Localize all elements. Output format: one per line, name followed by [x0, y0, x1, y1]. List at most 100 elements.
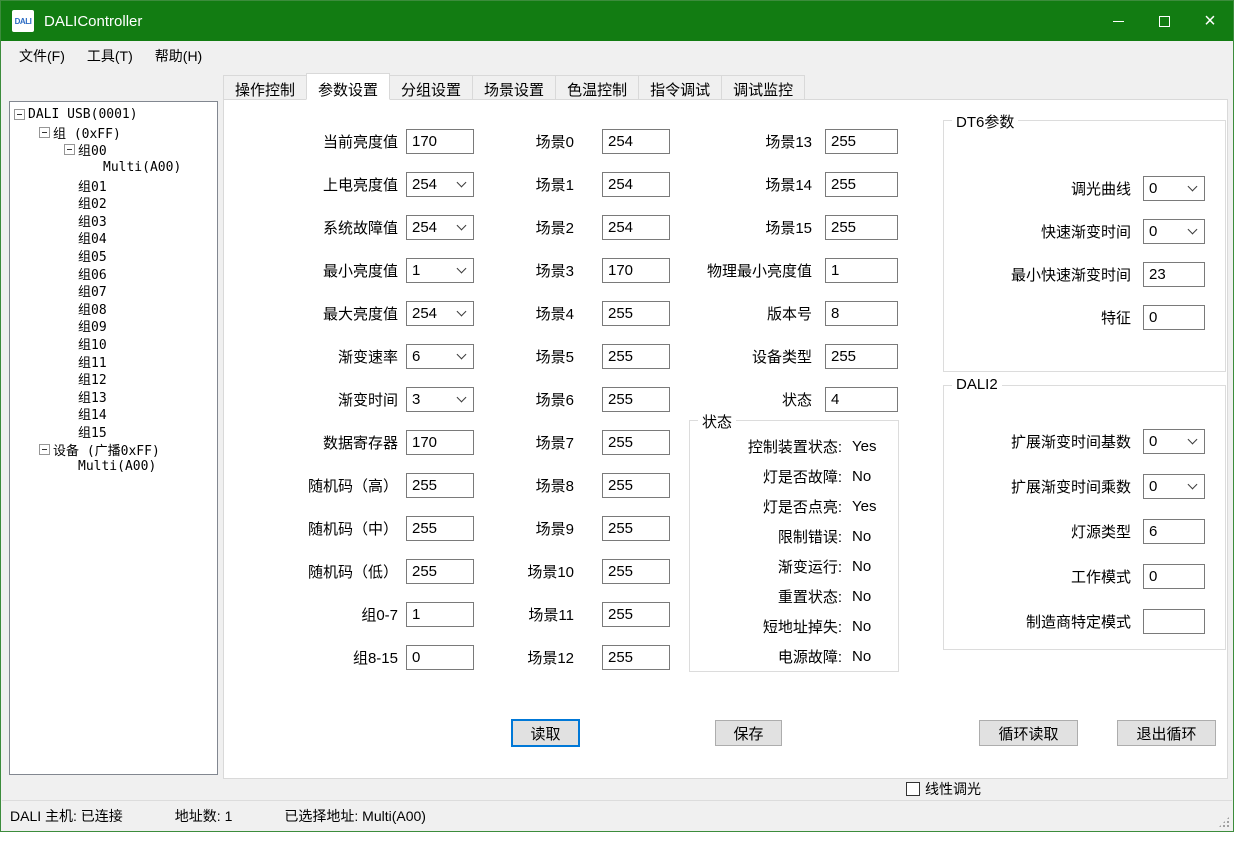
tab-1[interactable]: 操作控制: [223, 75, 307, 100]
tree-node[interactable]: Multi(A00): [10, 458, 217, 476]
tree-node-label: 组12: [78, 369, 107, 388]
field-input[interactable]: [825, 258, 898, 283]
tree-node[interactable]: 组14: [10, 405, 217, 423]
tree-node[interactable]: 组09: [10, 317, 217, 335]
exit-loop-button[interactable]: 退出循环: [1117, 720, 1216, 746]
scene-0-12-column: 场景0场景1场景2场景3场景4场景5场景6场景7场景8场景9场景10场景11场景…: [454, 120, 670, 679]
tree-node-label: 组07: [78, 281, 107, 300]
field-label: 版本号: [664, 303, 812, 324]
tree-node[interactable]: 组13: [10, 388, 217, 406]
status-groupbox: 状态 控制装置状态:Yes灯是否故障:No灯是否点亮:Yes限制错误:No渐变运…: [689, 420, 899, 672]
field-input[interactable]: [825, 301, 898, 326]
status-row: 控制装置状态:Yes: [690, 431, 898, 461]
field-input[interactable]: [602, 473, 670, 498]
status-row-label: 重置状态:: [690, 586, 842, 607]
field-row: 场景7: [454, 421, 670, 464]
linear-dimming-checkbox[interactable]: [906, 782, 920, 796]
tree-node[interactable]: 组 (0xFF): [10, 124, 217, 142]
field-input[interactable]: [602, 129, 670, 154]
tab-7[interactable]: 调试监控: [721, 75, 805, 100]
field-input[interactable]: [602, 344, 670, 369]
tree-collapse-icon[interactable]: [39, 444, 50, 455]
field-input[interactable]: [1143, 564, 1205, 589]
menu-item[interactable]: 工具(T): [76, 41, 144, 71]
tree-node[interactable]: 设备 (广播0xFF): [10, 440, 217, 458]
minimize-button[interactable]: [1095, 1, 1141, 41]
tree-node[interactable]: 组08: [10, 300, 217, 318]
tree-node[interactable]: 组12: [10, 370, 217, 388]
field-input[interactable]: [602, 387, 670, 412]
menu-item[interactable]: 帮助(H): [144, 41, 213, 71]
resize-grip-icon[interactable]: [1218, 816, 1230, 828]
field-select[interactable]: 0: [1143, 219, 1205, 244]
tree-collapse-icon[interactable]: [39, 127, 50, 138]
field-input[interactable]: [1143, 262, 1205, 287]
tree-node[interactable]: 组10: [10, 335, 217, 353]
tree-node[interactable]: 组02: [10, 194, 217, 212]
chevron-down-icon: [1188, 480, 1198, 490]
tab-3[interactable]: 分组设置: [389, 75, 473, 100]
field-row: 扩展渐变时间乘数 0: [944, 464, 1225, 509]
tab-5[interactable]: 色温控制: [555, 75, 639, 100]
status-row: 限制错误:No: [690, 521, 898, 551]
tree-node[interactable]: 组06: [10, 264, 217, 282]
tree-node[interactable]: 组11: [10, 352, 217, 370]
loop-read-button[interactable]: 循环读取: [979, 720, 1078, 746]
field-input[interactable]: [1143, 609, 1205, 634]
maximize-button[interactable]: [1141, 1, 1187, 41]
field-row: 场景5: [454, 335, 670, 378]
field-input[interactable]: [1143, 305, 1205, 330]
field-label: 场景10: [454, 561, 574, 582]
maximize-icon: [1159, 16, 1170, 27]
field-row: 渐变速率6: [244, 335, 474, 378]
tab-4[interactable]: 场景设置: [472, 75, 556, 100]
field-input[interactable]: [1143, 519, 1205, 544]
field-label: 扩展渐变时间基数: [956, 431, 1131, 452]
tree-node[interactable]: DALI USB(0001): [10, 106, 217, 124]
field-select[interactable]: 0: [1143, 474, 1205, 499]
read-button[interactable]: 读取: [511, 719, 580, 747]
field-input[interactable]: [602, 516, 670, 541]
tab-6[interactable]: 指令调试: [638, 75, 722, 100]
field-row: 场景9: [454, 507, 670, 550]
tree-node[interactable]: Multi(A00): [10, 159, 217, 177]
tree-node[interactable]: 组01: [10, 176, 217, 194]
field-row: 当前亮度值: [244, 120, 474, 163]
field-input[interactable]: [825, 129, 898, 154]
field-label: 扩展渐变时间乘数: [956, 476, 1131, 497]
field-input[interactable]: [825, 172, 898, 197]
field-input[interactable]: [825, 344, 898, 369]
tree-collapse-icon[interactable]: [64, 144, 75, 155]
field-select[interactable]: 0: [1143, 429, 1205, 454]
field-input[interactable]: [602, 172, 670, 197]
tree-node[interactable]: 组15: [10, 423, 217, 441]
field-input[interactable]: [602, 301, 670, 326]
scene-13-15-info-column: 场景13场景14场景15物理最小亮度值版本号设备类型状态: [664, 120, 898, 421]
field-row: 工作模式: [944, 554, 1225, 599]
field-row: 场景12: [454, 636, 670, 679]
field-input[interactable]: [602, 602, 670, 627]
field-row: 系统故障值254: [244, 206, 474, 249]
menu-item[interactable]: 文件(F): [8, 41, 76, 71]
field-input[interactable]: [602, 258, 670, 283]
tab-2[interactable]: 参数设置: [306, 73, 390, 100]
save-button[interactable]: 保存: [715, 720, 782, 746]
tree-node[interactable]: 组03: [10, 212, 217, 230]
close-button[interactable]: ×: [1187, 1, 1233, 41]
tree-node[interactable]: 组05: [10, 247, 217, 265]
tree-node-label: DALI USB(0001): [28, 107, 138, 122]
dt6-groupbox: DT6参数 调光曲线0快速渐变时间0最小快速渐变时间特征: [943, 120, 1226, 372]
field-input[interactable]: [602, 215, 670, 240]
status-row-label: 电源故障:: [690, 646, 842, 667]
field-input[interactable]: [825, 215, 898, 240]
field-select[interactable]: 0: [1143, 176, 1205, 201]
field-label: 最小亮度值: [244, 260, 398, 281]
tree-collapse-icon[interactable]: [14, 109, 25, 120]
tree-node[interactable]: 组00: [10, 141, 217, 159]
field-input[interactable]: [602, 645, 670, 670]
field-input[interactable]: [602, 430, 670, 455]
tree-node[interactable]: 组07: [10, 282, 217, 300]
field-input[interactable]: [825, 387, 898, 412]
tree-node[interactable]: 组04: [10, 229, 217, 247]
field-input[interactable]: [602, 559, 670, 584]
